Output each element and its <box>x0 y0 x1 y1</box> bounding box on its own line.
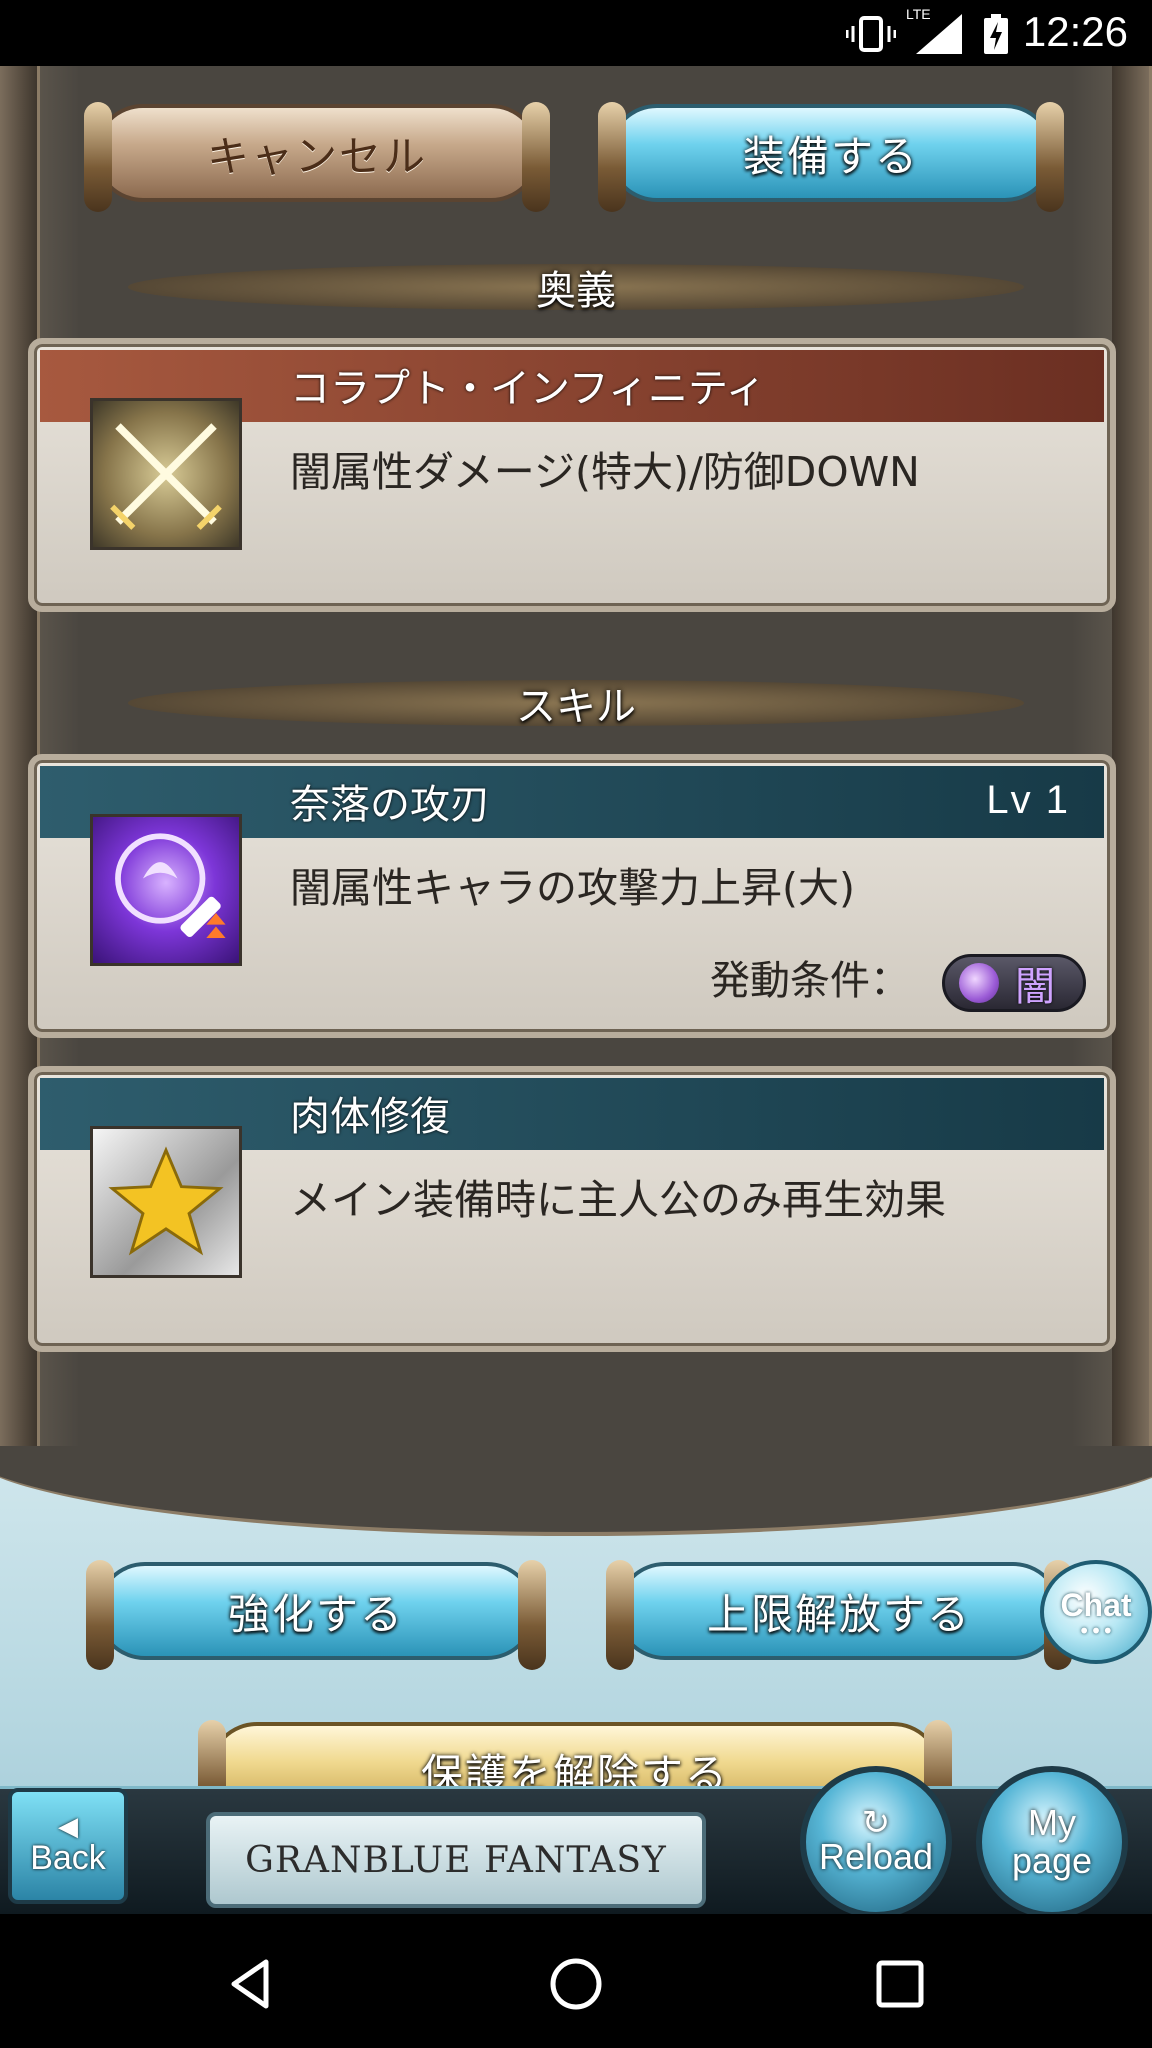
reload-label: Reload <box>818 1836 934 1877</box>
chat-button[interactable]: Chat ••• <box>1040 1560 1152 1664</box>
dark-element-badge: 闇 <box>942 954 1086 1012</box>
element-label: 闇 <box>1015 964 1055 1010</box>
mypage-label-line2: page <box>1011 1840 1093 1881</box>
app-area: キャンセル 装備する 奥義 コラプト・インフィニティ 闇属性ダメージ(特大)/防… <box>0 66 1152 1914</box>
ougi-card: コラプト・インフィニティ 闇属性ダメージ(特大)/防御DOWN <box>28 338 1116 612</box>
ougi-title: コラプト・インフィニティ <box>290 366 766 412</box>
uncap-button[interactable]: 上限解放する <box>606 1560 1072 1670</box>
skill-2-description: メイン装備時に主人公のみ再生効果 <box>290 1176 946 1224</box>
vibrate-icon <box>846 16 896 52</box>
logo-text: GRANBLUE FANTASY <box>245 1839 667 1881</box>
clock: 12:26 <box>1022 8 1128 55</box>
reload-button[interactable]: ↻ Reload <box>800 1766 952 1914</box>
skill-1-level: Lv 1 <box>986 778 1070 822</box>
network-label: LTE <box>906 6 931 22</box>
battery-charging-icon <box>984 14 1008 54</box>
nav-home-icon[interactable] <box>546 1954 606 2014</box>
game-logo: GRANBLUE FANTASY <box>206 1812 706 1908</box>
panel-frame-right <box>1112 66 1152 1496</box>
nav-back-icon[interactable] <box>222 1954 282 2014</box>
back-button[interactable]: ◀ Back <box>8 1788 128 1904</box>
ougi-description: 闇属性ダメージ(特大)/防御DOWN <box>290 448 920 496</box>
star-icon <box>90 1126 242 1278</box>
dark-element-icon <box>959 963 999 1003</box>
skill-card-2: 肉体修復 メイン装備時に主人公のみ再生効果 <box>28 1066 1116 1352</box>
skill-1-description: 闇属性キャラの攻撃力上昇(大) <box>290 864 855 912</box>
skill-section-title: スキル <box>516 684 636 730</box>
skill-card-1: 奈落の攻刃 Lv 1 闇属性キャラの攻撃力上昇(大) 発動条件： 闇 <box>28 754 1116 1038</box>
skill-section-header: スキル <box>128 680 1024 730</box>
ougi-section-title: 奥義 <box>536 268 616 314</box>
back-label: Back <box>30 1838 106 1877</box>
upgrade-button[interactable]: 強化する <box>86 1560 546 1670</box>
status-bar: LTE 12:26 <box>0 0 1152 66</box>
cancel-button[interactable]: キャンセル <box>84 102 550 212</box>
skill-1-title: 奈落の攻刃 <box>290 782 490 828</box>
back-arrow-icon: ◀ <box>58 1811 78 1842</box>
navigation-bar <box>0 1914 1152 2048</box>
crossed-swords-icon <box>90 398 242 550</box>
signal-icon: LTE <box>906 6 966 54</box>
mypage-button[interactable]: My page <box>976 1766 1128 1914</box>
ougi-section-header: 奥義 <box>128 264 1024 314</box>
mypage-label-line1: My <box>1028 1802 1076 1843</box>
nav-recent-apps-icon[interactable] <box>870 1954 930 2014</box>
activation-condition-label: 発動条件： <box>710 958 910 1004</box>
reload-icon: ↻ <box>861 1803 891 1843</box>
equip-button[interactable]: 装備する <box>598 102 1064 212</box>
chat-label: Chat <box>1060 1586 1132 1623</box>
dark-attack-up-icon <box>90 814 242 966</box>
chat-dots-icon: ••• <box>1078 1618 1114 1643</box>
skill-2-title: 肉体修復 <box>290 1094 450 1140</box>
